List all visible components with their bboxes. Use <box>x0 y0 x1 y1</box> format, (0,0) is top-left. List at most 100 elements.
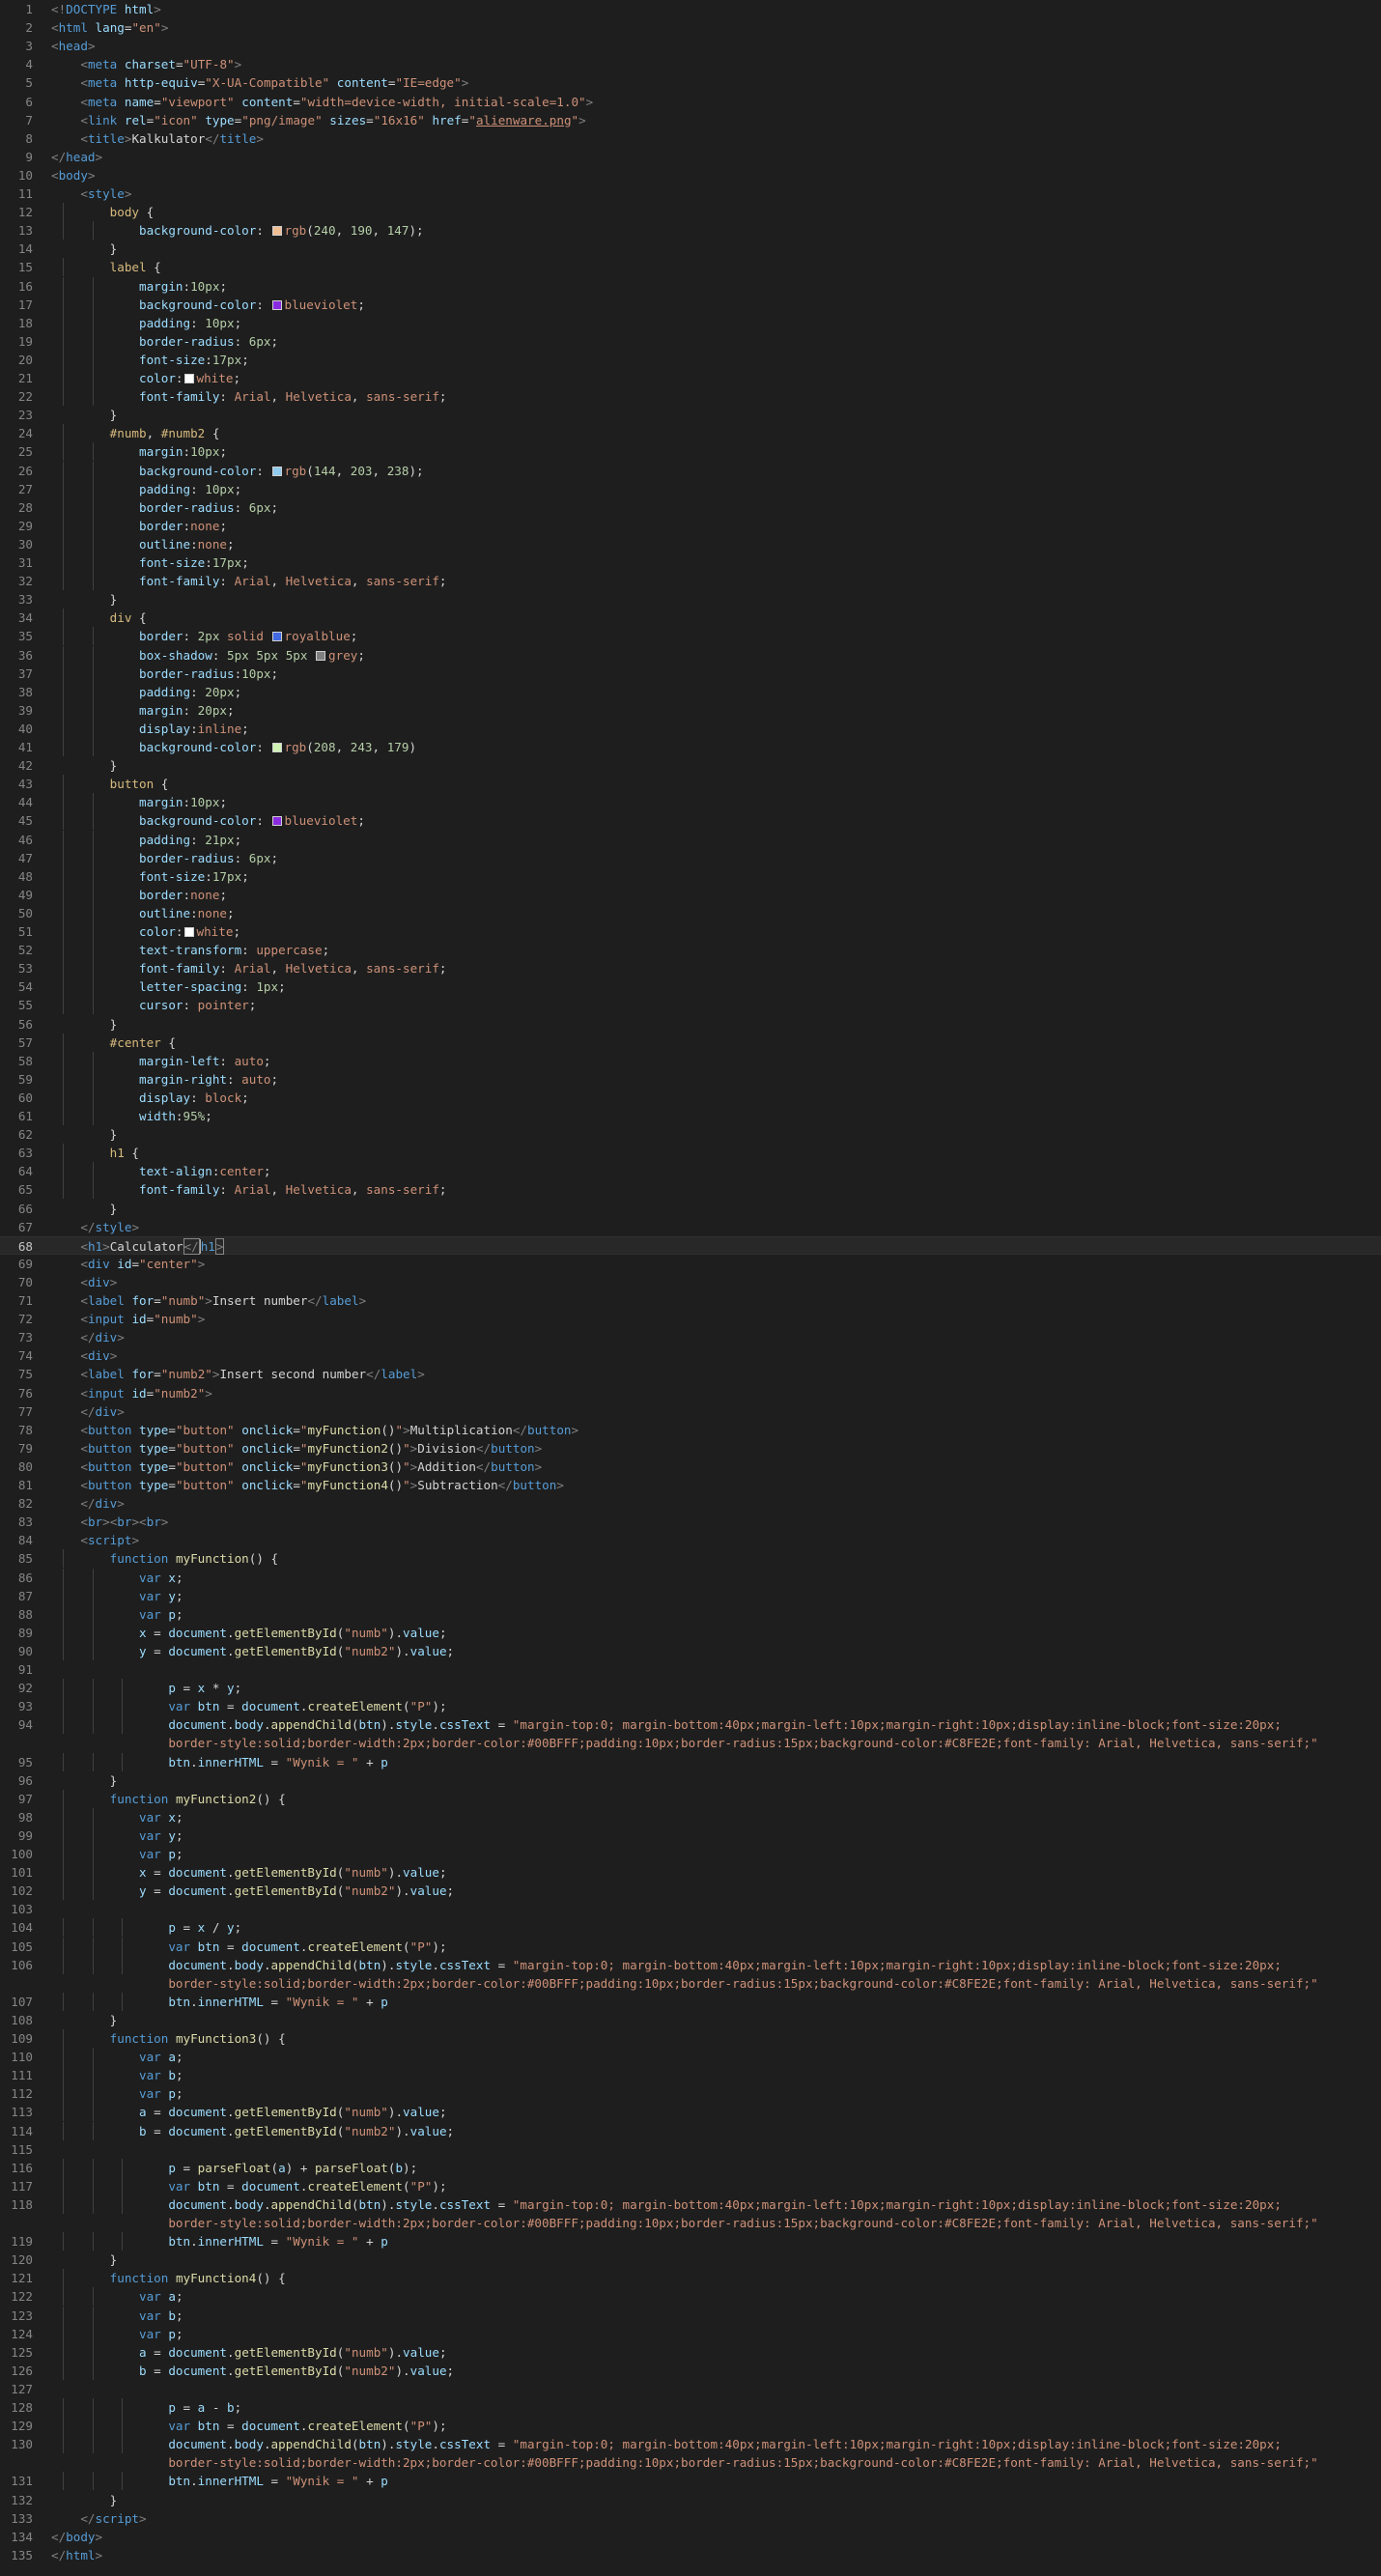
color-swatch-icon[interactable] <box>271 816 282 827</box>
code-line[interactable]: 82 </div> <box>0 1494 1381 1513</box>
code-line[interactable]: 48 font-size:17px; <box>0 866 1381 886</box>
code-line[interactable]: 84 <script> <box>0 1531 1381 1549</box>
code-line[interactable]: 104 p = x / y; <box>0 1918 1381 1938</box>
code-line[interactable]: 10 <body> <box>0 166 1381 184</box>
code-line[interactable]: 127 <box>0 2380 1381 2398</box>
code-line[interactable]: 55 cursor: pointer; <box>0 996 1381 1015</box>
code-line[interactable]: 133 </script> <box>0 2509 1381 2528</box>
code-line[interactable]: border-style:solid;border-width:2px;bord… <box>0 2453 1381 2472</box>
code-line[interactable]: 4 <meta charset="UTF-8"> <box>0 55 1381 73</box>
code-line[interactable]: 40 display:inline; <box>0 719 1381 738</box>
code-line[interactable]: 23 } <box>0 406 1381 424</box>
code-line[interactable]: 108 } <box>0 2011 1381 2029</box>
code-line[interactable]: 119 btn.innerHTML = "Wynik = " + p <box>0 2232 1381 2251</box>
code-line[interactable]: 93 var btn = document.createElement("P")… <box>0 1697 1381 1716</box>
code-line[interactable]: 134 </body> <box>0 2528 1381 2546</box>
code-line[interactable]: 83 <br><br><br> <box>0 1513 1381 1531</box>
code-line[interactable]: 135 </html> <box>0 2546 1381 2564</box>
code-line[interactable]: 95 btn.innerHTML = "Wynik = " + p <box>0 1752 1381 1771</box>
code-line[interactable]: 69 <div id="center"> <box>0 1255 1381 1273</box>
code-line[interactable]: 32 font-family: Arial, Helvetica, sans-s… <box>0 572 1381 591</box>
code-line[interactable]: 67 </style> <box>0 1218 1381 1236</box>
code-line[interactable]: 91 <box>0 1660 1381 1679</box>
code-line[interactable]: 94 document.body.appendChild(btn).style.… <box>0 1715 1381 1735</box>
code-line[interactable]: 1 <!DOCTYPE html> <box>0 0 1381 18</box>
color-swatch-icon[interactable] <box>271 632 282 642</box>
code-line[interactable]: 42 } <box>0 756 1381 775</box>
code-line[interactable]: 14 } <box>0 240 1381 258</box>
code-line[interactable]: 75 <label for="numb2">Insert second numb… <box>0 1365 1381 1383</box>
code-line[interactable]: 31 font-size:17px; <box>0 553 1381 572</box>
code-line[interactable]: 72 <input id="numb"> <box>0 1310 1381 1328</box>
code-line[interactable]: 111 var b; <box>0 2066 1381 2085</box>
code-line[interactable]: border-style:solid;border-width:2px;bord… <box>0 1974 1381 1993</box>
code-line[interactable]: 70 <div> <box>0 1273 1381 1291</box>
code-line[interactable]: 90 y = document.getElementById("numb2").… <box>0 1641 1381 1660</box>
code-line[interactable]: border-style:solid;border-width:2px;bord… <box>0 1734 1381 1752</box>
code-line[interactable]: 46 padding: 21px; <box>0 830 1381 849</box>
code-line[interactable]: 121 function myFunction4() { <box>0 2269 1381 2288</box>
code-line[interactable]: 114 b = document.getElementById("numb2")… <box>0 2121 1381 2140</box>
code-line[interactable]: 103 <box>0 1900 1381 1918</box>
code-line[interactable]: 65 font-family: Arial, Helvetica, sans-s… <box>0 1180 1381 1200</box>
code-line[interactable]: 9 </head> <box>0 148 1381 166</box>
code-line[interactable]: 129 var btn = document.createElement("P"… <box>0 2417 1381 2436</box>
code-line[interactable]: 110 var a; <box>0 2048 1381 2067</box>
code-line[interactable]: 36 box-shadow: 5px 5px 5px grey; <box>0 645 1381 665</box>
color-swatch-icon[interactable] <box>271 299 282 310</box>
color-swatch-icon[interactable] <box>183 927 194 937</box>
code-line[interactable]: 58 margin-left: auto; <box>0 1051 1381 1070</box>
code-line[interactable]: 120 } <box>0 2250 1381 2269</box>
code-line[interactable]: 131 btn.innerHTML = "Wynik = " + p <box>0 2472 1381 2491</box>
code-line[interactable]: 118 document.body.appendChild(btn).style… <box>0 2194 1381 2214</box>
code-line[interactable]: 2 <html lang="en"> <box>0 18 1381 37</box>
code-line[interactable]: 34 div { <box>0 609 1381 628</box>
color-swatch-icon[interactable] <box>271 743 282 752</box>
code-line[interactable]: 96 } <box>0 1771 1381 1790</box>
code-line[interactable]: 8 <title>Kalkulator</title> <box>0 129 1381 148</box>
code-line[interactable]: 51 color: white; <box>0 922 1381 941</box>
code-line[interactable]: 54 letter-spacing: 1px; <box>0 977 1381 997</box>
code-line[interactable]: 71 <label for="numb">Insert number</labe… <box>0 1291 1381 1310</box>
code-line[interactable]: 85 function myFunction() { <box>0 1549 1381 1569</box>
code-line[interactable]: 19 border-radius: 6px; <box>0 331 1381 351</box>
code-line[interactable]: 39 margin: 20px; <box>0 700 1381 720</box>
code-line[interactable]: 115 <box>0 2140 1381 2159</box>
code-line[interactable]: 12 body { <box>0 203 1381 222</box>
code-line[interactable]: 33 } <box>0 590 1381 609</box>
code-line[interactable]: 101 x = document.getElementById("numb").… <box>0 1863 1381 1882</box>
code-line[interactable]: 38 padding: 20px; <box>0 682 1381 701</box>
code-line[interactable]: 81 <button type="button" onclick="myFunc… <box>0 1476 1381 1494</box>
code-line[interactable]: 125 a = document.getElementById("numb").… <box>0 2342 1381 2362</box>
code-line[interactable]: 89 x = document.getElementById("numb").v… <box>0 1623 1381 1642</box>
code-line[interactable]: 113 a = document.getElementById("numb").… <box>0 2103 1381 2122</box>
code-line[interactable]: 61 width:95%; <box>0 1107 1381 1125</box>
code-line[interactable]: 124 var p; <box>0 2324 1381 2343</box>
code-line[interactable]: 100 var p; <box>0 1845 1381 1863</box>
code-line[interactable]: 73 </div> <box>0 1328 1381 1346</box>
code-line[interactable]: 109 function myFunction3() { <box>0 2029 1381 2048</box>
code-line[interactable]: 26 background-color: rgb(144, 203, 238); <box>0 461 1381 480</box>
code-line[interactable]: 78 <button type="button" onclick="myFunc… <box>0 1421 1381 1439</box>
code-line[interactable]: 16 margin:10px; <box>0 276 1381 296</box>
code-line[interactable]: 13 background-color: rgb(240, 190, 147); <box>0 221 1381 241</box>
code-line[interactable]: 49 border:none; <box>0 885 1381 904</box>
code-line[interactable]: 63 h1 { <box>0 1144 1381 1163</box>
code-line[interactable]: 30 outline:none; <box>0 534 1381 553</box>
code-line[interactable]: 60 display: block; <box>0 1088 1381 1107</box>
code-line[interactable]: 74 <div> <box>0 1346 1381 1365</box>
code-line[interactable]: 17 background-color: blueviolet; <box>0 295 1381 314</box>
code-line[interactable]: 112 var p; <box>0 2084 1381 2104</box>
code-line[interactable]: 28 border-radius: 6px; <box>0 497 1381 517</box>
code-line[interactable]: 25 margin:10px; <box>0 442 1381 462</box>
code-editor[interactable]: 1 <!DOCTYPE html> 2 <html lang="en"> 3 <head>… <box>0 0 1381 2576</box>
code-line[interactable]: 130 document.body.appendChild(btn).style… <box>0 2435 1381 2454</box>
code-line[interactable]: 53 font-family: Arial, Helvetica, sans-s… <box>0 959 1381 978</box>
code-line[interactable]: 3 <head> <box>0 37 1381 55</box>
code-line[interactable]: 92 p = x * y; <box>0 1679 1381 1698</box>
code-line[interactable]: 66 } <box>0 1200 1381 1218</box>
code-line[interactable]: 98 var x; <box>0 1807 1381 1826</box>
code-line[interactable]: 76 <input id="numb2"> <box>0 1384 1381 1402</box>
code-line[interactable]: 47 border-radius: 6px; <box>0 848 1381 867</box>
code-line[interactable]: 41 background-color: rgb(208, 243, 179) <box>0 738 1381 756</box>
